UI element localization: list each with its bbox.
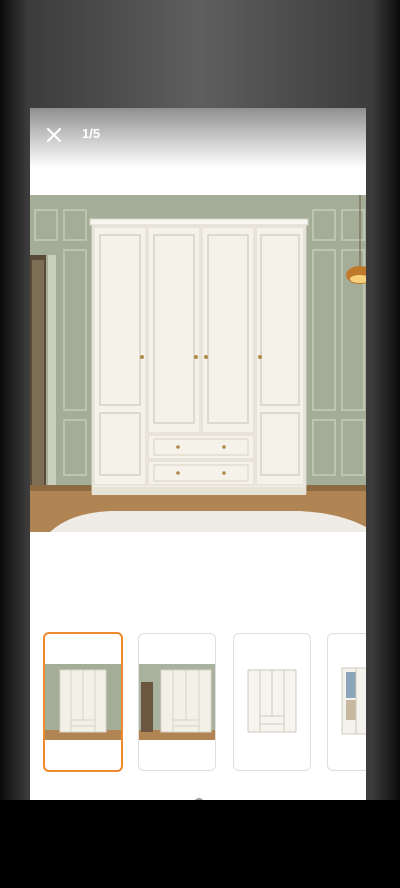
viewer-header: 1/5 bbox=[30, 108, 366, 168]
close-icon bbox=[46, 127, 62, 143]
image-viewer: 1/5 bbox=[30, 108, 366, 800]
thumbnail-2[interactable] bbox=[138, 633, 216, 771]
close-button[interactable] bbox=[42, 123, 66, 147]
system-navigation-bar bbox=[0, 800, 400, 888]
thumbnail-4[interactable] bbox=[327, 633, 366, 771]
thumbnail-3[interactable] bbox=[233, 633, 311, 771]
main-product-image[interactable] bbox=[30, 195, 366, 532]
thumbnail-strip bbox=[30, 632, 366, 774]
scroll-indicator bbox=[194, 798, 204, 800]
thumbnail-1[interactable] bbox=[43, 632, 123, 772]
image-counter: 1/5 bbox=[82, 126, 101, 141]
